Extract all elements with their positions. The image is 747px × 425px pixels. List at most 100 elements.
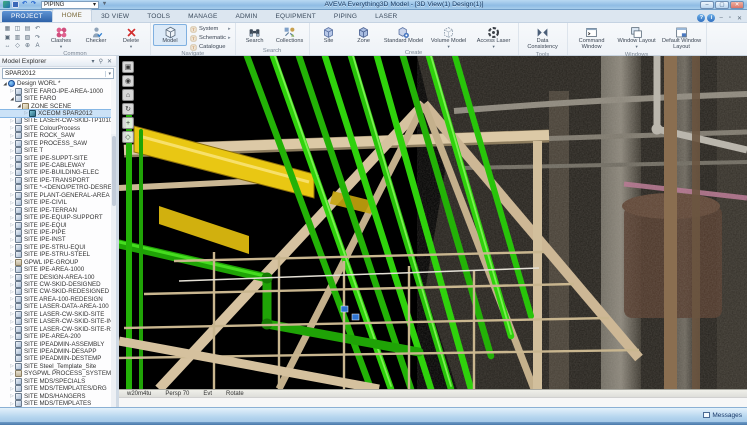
save-icon[interactable] [12,1,19,8]
tree-item-gpwl-ipe-group[interactable]: ▷ GPWL IPE-GROUP [0,258,111,266]
common-select-icon[interactable]: ⊕ [23,42,32,51]
tab-tools[interactable]: TOOLS [138,11,179,22]
tree-item-site-laser-cw-skid-site[interactable]: ▷ SITE LASER-CW-SKID-SITE [0,310,111,318]
catalogue-button[interactable]: T Catalogue [188,43,233,51]
search-button[interactable]: Search [238,24,272,46]
tree-item-site-ipe-area-1000[interactable]: ▷ SITE IPE-AREA-1000 [0,266,111,274]
tree-item-site-mds-templates[interactable]: ▷ SITE MDS/TEMPLATES [0,400,111,407]
close-button[interactable]: ✕ [730,0,744,9]
tree-item-site-ipe-terran[interactable]: ▷ SITE IPE-TERRAN [0,206,111,214]
tree-item-site-process-saw[interactable]: ▷ SITE PROCESS_SAW [0,139,111,147]
doc-restore-button[interactable]: ▫ [727,15,733,21]
tree-item-site-laser-cw-skid-site-redes[interactable]: ▷SITE LASER-CW-SKID-SITE-REDES [0,325,111,333]
tree-item-site-rock-saw[interactable]: ▷ SITE ROCK_SAW [0,132,111,140]
view-look-icon[interactable]: ◉ [122,75,134,87]
common-move-icon[interactable]: ↔ [3,42,12,51]
tree-item-site-plant-general-area[interactable]: ▷ SITE PLANT-GENERAL-AREA [0,191,111,199]
collections-button[interactable]: Collections [273,24,307,46]
common-rows-icon[interactable]: ▤ [23,25,32,34]
tree-item-site-ipeadmin-destemp[interactable]: SITE IPEADMIN-DESTEMP [0,355,111,363]
panel-pin-icon[interactable]: ⚲ [97,58,105,65]
command-window-button[interactable]: Command Window [570,24,614,52]
tab-equipment[interactable]: EQUIPMENT [266,11,324,22]
maximize-button[interactable]: ▢ [715,0,729,9]
site-button[interactable]: Site [312,24,346,46]
quick-access-combo[interactable]: PIPING ▾ [41,0,99,9]
tab-admin[interactable]: ADMIN [227,11,267,22]
tab-laser[interactable]: LASER [366,11,406,22]
zone-button[interactable]: Zone [347,24,381,46]
clashes-button[interactable]: Clashes ▾ [44,24,78,50]
tree-item-site-ipe-equi[interactable]: ▷ SITE IPE-EQUI [0,221,111,229]
minimize-button[interactable]: ‒ [700,0,714,9]
tree-item-site-laser-data-area-100[interactable]: ▷ SITE LASER-DATA-AREA-100 [0,303,111,311]
system-button[interactable]: T System ▸ [188,25,233,33]
access-laser-button[interactable]: Access Laser ▾ [472,24,516,50]
common-filter-icon[interactable]: ▧ [23,34,32,43]
panel-close-icon[interactable]: ✕ [105,58,114,65]
undo-icon[interactable]: ↶ [21,1,28,8]
model-button[interactable]: Model [153,24,187,46]
tree-item-site-ipe-building-elec[interactable]: ▷ SITE IPE-BUILDING-ELEC [0,169,111,177]
pin-icon[interactable]: ▾ [90,58,97,65]
common-diamond-icon[interactable]: ◇ [13,42,22,51]
tree-item-site-faro-ipe-area-1000[interactable]: ▷ SITE FARO-IPE-AREA-1000 [0,87,111,95]
standard-model-button[interactable]: Standard Model [382,24,426,46]
tree-scrollbar-thumb[interactable] [111,136,116,206]
tree-item-site-laser-cw-skid-site-inter[interactable]: ▷SITE LASER-CW-SKID-SITE-INTER [0,318,111,326]
tree-item-site-colourprocess[interactable]: ▷ SITE ColourProcess [0,124,111,132]
window-layout-button[interactable]: Window Layout ▾ [615,24,659,50]
tab-home[interactable]: HOME [51,9,93,22]
checker-button[interactable]: Checker [79,24,113,46]
tree-item-site-t[interactable]: ▷ SITE T [0,147,111,155]
tab-3d-view[interactable]: 3D VIEW [92,11,138,22]
tree-item-site-steel-template-site[interactable]: ▷ SITE Steel_Template_Site [0,362,111,370]
tree-item-site-ipeadmin-desapp[interactable]: SITE IPEADMIN-DESAPP [0,347,111,355]
tree-item-site-ipe-civil[interactable]: ▷ SITE IPE-CIVIL [0,199,111,207]
tree-item-site-ipe-suppt-site[interactable]: ▷ SITE IPE-SUPPT-SITE [0,154,111,162]
tree-item-site-cw-skid-redesigned[interactable]: ▷ SITE CW-SKID-REDESIGNED [0,288,111,296]
default-window-layout-button[interactable]: Default Window Layout [660,24,704,52]
common-copy-icon[interactable]: ◫ [13,25,22,34]
tree-item-site-ipeadmin-assembly[interactable]: SITE IPEADMIN-ASSEMBLY [0,340,111,348]
tree-item-zone-scene[interactable]: ◢ ZONE SCENE [0,102,111,110]
tab-project[interactable]: PROJECT [2,11,52,22]
tree-scrollbar[interactable] [111,134,116,425]
explorer-combo[interactable]: SPAR2012 ▾ [2,68,114,79]
tree-item-site-design-area-100[interactable]: ▷ SITE DESIGN-AREA-100 [0,273,111,281]
delete-button[interactable]: Delete ▾ [114,24,148,50]
tree-item-xceom-spar2012[interactable]: ▷ XCEOM SPAR2012 [0,108,111,119]
tree-item-site-ipe-inst[interactable]: ▷ SITE IPE-INST [0,236,111,244]
tab-piping[interactable]: PIPING [325,11,366,22]
common-annotate-icon[interactable]: A [33,42,42,51]
tab-manage[interactable]: MANAGE [179,11,226,22]
doc-close-button[interactable]: ✕ [735,15,744,22]
help-icon[interactable]: ? [697,14,706,22]
tree-item-site-ipe-equip-support[interactable]: ▷ SITE IPE-EQUIP-SUPPORT [0,214,111,222]
tree-item-site-faro[interactable]: ◢ SITE FARO [0,95,111,103]
tree-item-site-mds-templates-drg[interactable]: ▷ SITE MDS/TEMPLATES/DRG [0,385,111,393]
schematic-button[interactable]: T Schematic ▸ [188,34,233,42]
tree-item-site-ipe-cableway[interactable]: ▷ SITE IPE-CABLEWAY [0,162,111,170]
tree-item-site-mds-hangers[interactable]: ▷ SITE MDS/HANGERS [0,392,111,400]
tree-item-site-ipe-transport[interactable]: ▷ SITE IPE-TRANSPORT [0,176,111,184]
common-table-icon[interactable]: ▣ [3,34,12,43]
common-list-icon[interactable]: ▥ [13,34,22,43]
messages-toggle[interactable]: Messages [703,412,742,419]
tree-item-site-mds-specials[interactable]: ▷ SITE MDS/SPECIALS [0,377,111,385]
tree-item-site-ipe-stru-equi[interactable]: ▷ SITE IPE-STRU-EQUI [0,243,111,251]
tree-item-site-area-100-redesign[interactable]: ▷ SITE AREA-100-REDESIGN [0,295,111,303]
view-zoom-extents-icon[interactable]: ▣ [122,61,134,73]
tree-item-site-ipe-area-200[interactable]: ▷ SITE IPE-AREA-200 [0,333,111,341]
qat-more-icon[interactable]: ▾ [101,1,108,8]
tree-item-site-laser-cw-skid-tp1010[interactable]: ▷ SITE LASER-CW-SKID-TP1010 [0,117,111,125]
tree-item-site-cw-skid-designed[interactable]: ▷ SITE CW-SKID-DESIGNED [0,281,111,289]
data-consistency-button[interactable]: Data Consistency [521,24,565,52]
common-undo-icon[interactable]: ↶ [33,25,42,34]
redo-icon[interactable]: ↷ [30,1,37,8]
common-grid-icon[interactable]: ▦ [3,25,12,34]
view-orbit-icon[interactable]: ↻ [122,103,134,115]
3d-viewport[interactable]: ▣ ◉ ⌂ ↻ + ◇ [119,56,747,389]
view-walk-icon[interactable]: ⌂ [122,89,134,101]
doc-minimize-button[interactable]: ‒ [717,15,724,21]
